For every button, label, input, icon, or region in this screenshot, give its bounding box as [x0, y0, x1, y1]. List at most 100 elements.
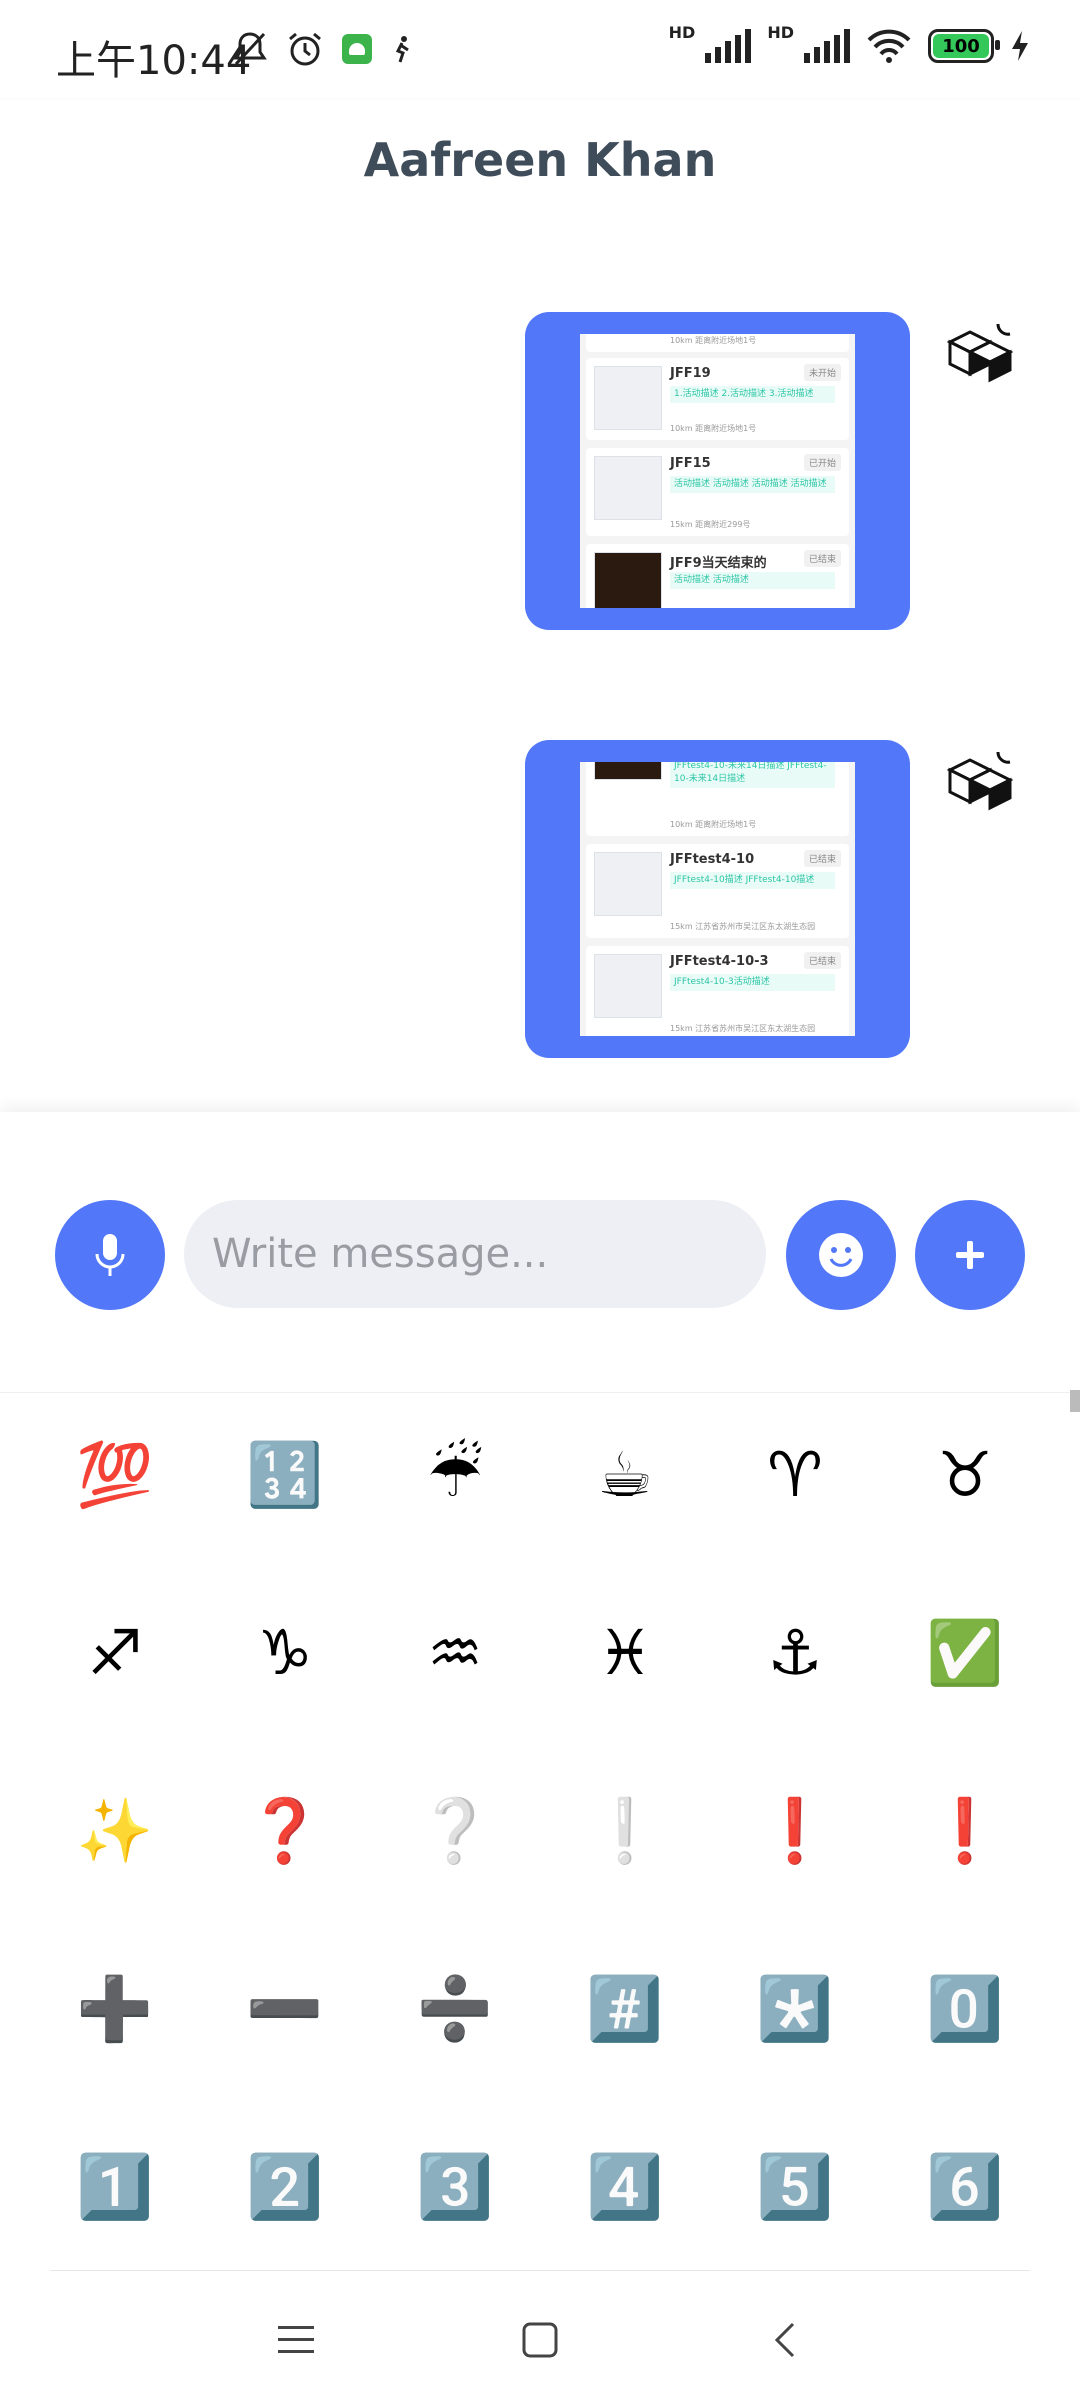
status-time: 上午10:44 — [56, 38, 252, 84]
chat-header: Aafreen Khan — [0, 100, 1080, 232]
emoji-aquarius[interactable]: ♒ — [370, 1611, 540, 1789]
emoji-hot-beverage[interactable]: ☕ — [540, 1433, 710, 1611]
message-input[interactable] — [184, 1200, 766, 1308]
system-nav-bar — [0, 2270, 1080, 2400]
hd-label-2: HD — [767, 22, 794, 42]
message-image[interactable]: 10km 距离附近场地1号 JFF19 未开始 1.活动描述 2.活动描述 3.… — [580, 334, 855, 608]
card-thumbnail — [594, 852, 662, 916]
emoji-keycap-0[interactable]: 0️⃣ — [880, 1967, 1050, 2145]
card-thumbnail — [594, 954, 662, 1018]
message-composer — [0, 1112, 1080, 1392]
card-description: 活动描述 活动描述 — [670, 572, 835, 589]
status-notification-icons — [232, 30, 414, 68]
nav-divider — [50, 2270, 1030, 2271]
activity-card: JFFtest4-10-3 已结束 JFFtest4-10-3活动描述 15km… — [586, 946, 849, 1036]
emoji-grid: 💯 🔢 ☔ ☕ ♈ ♉ ♐ ♑ ♒ ♓ ⚓ ✅ ✨ ❓ ❔ ❕ ❗ ❗ ➕ ➖ … — [30, 1433, 1050, 2323]
hd-label: HD — [668, 22, 696, 42]
card-title: JFFtest4-10-3 — [670, 954, 769, 969]
card-status-badge: 已结束 — [803, 550, 841, 567]
status-system-icons: HD HD 100 — [669, 23, 1030, 64]
emoji-keycap-hash[interactable]: #️⃣ — [540, 1967, 710, 2145]
card-thumbnail — [594, 552, 662, 608]
microphone-icon — [95, 1234, 125, 1276]
android-app-icon — [342, 34, 372, 64]
card-status-badge: 已结束 — [803, 952, 841, 969]
voice-button[interactable] — [55, 1200, 165, 1310]
page-title: Aafreen Khan — [363, 133, 717, 187]
card-title: JFF9当天结束的 — [670, 556, 767, 571]
running-figure-icon — [395, 36, 409, 63]
emoji-aries[interactable]: ♈ — [710, 1433, 880, 1611]
card-description: 1.活动描述 2.活动描述 3.活动描述 — [670, 386, 835, 403]
menu-icon — [278, 2326, 314, 2353]
bell-off-icon — [233, 32, 267, 66]
emoji-hundred[interactable]: 💯 — [30, 1433, 200, 1611]
card-thumbnail — [594, 456, 662, 520]
wifi-icon — [867, 29, 911, 63]
card-footer: 10km 距离附近场地1号 — [670, 336, 757, 345]
emoji-scrollbar[interactable] — [1070, 1390, 1080, 1412]
emoji-white-exclamation[interactable]: ❕ — [540, 1789, 710, 1967]
image-message-bubble[interactable]: JFFtest4-10-未来14日描述 JFFtest4-10-未来14日描述 … — [525, 740, 910, 1058]
emoji-input-numbers[interactable]: 🔢 — [200, 1433, 370, 1611]
plus-icon — [956, 1241, 984, 1269]
card-footer: 15km 江苏省苏州市吴江区东太湖生态园 — [670, 1024, 816, 1033]
attach-button[interactable] — [915, 1200, 1025, 1310]
card-description: 活动描述 活动描述 活动描述 活动描述 — [670, 476, 835, 493]
signal-icon — [705, 29, 752, 63]
emoji-sparkles[interactable]: ✨ — [30, 1789, 200, 1967]
card-footer: 15km 江苏省苏州市吴江区东太湖生态园 — [670, 922, 816, 931]
card-thumbnail — [594, 366, 662, 430]
activity-card: JFF19 未开始 1.活动描述 2.活动描述 3.活动描述 10km 距离附近… — [586, 358, 849, 440]
emoji-capricorn[interactable]: ♑ — [200, 1611, 370, 1789]
card-thumbnail — [594, 762, 662, 780]
card-footer: 10km 距离附近场地1号 — [670, 424, 757, 433]
activity-card: JFF9当天结束的 已结束 活动描述 活动描述 — [586, 544, 849, 608]
activity-card: JFF15 已开始 活动描述 活动描述 活动描述 活动描述 15km 距离附近2… — [586, 448, 849, 536]
card-title: JFF19 — [670, 366, 711, 381]
back-icon — [774, 2322, 795, 2358]
battery-level: 100 — [942, 35, 980, 57]
emoji-taurus[interactable]: ♉ — [880, 1433, 1050, 1611]
card-description: JFFtest4-10-3活动描述 — [670, 974, 835, 991]
avatar[interactable] — [940, 312, 1020, 392]
chat-messages[interactable]: 10km 距离附近场地1号 JFF19 未开始 1.活动描述 2.活动描述 3.… — [0, 232, 1080, 1112]
emoji-minus[interactable]: ➖ — [200, 1967, 370, 2145]
activity-card: JFFtest4-10-未来14日描述 JFFtest4-10-未来14日描述 … — [586, 762, 849, 836]
card-status-badge: 未开始 — [803, 364, 841, 381]
activity-card: 10km 距离附近场地1号 — [586, 334, 849, 352]
alarm-icon — [289, 32, 321, 66]
avatar[interactable] — [940, 740, 1020, 820]
card-footer: 15km 距离附近299号 — [670, 520, 751, 529]
card-status-badge: 已开始 — [803, 454, 841, 471]
status-bar: 上午10:44 HD HD 100 — [0, 0, 1080, 100]
card-title: JFF15 — [670, 456, 711, 471]
nav-home-button[interactable] — [510, 2310, 570, 2370]
emoji-sagittarius[interactable]: ♐ — [30, 1611, 200, 1789]
emoji-anchor[interactable]: ⚓ — [710, 1611, 880, 1789]
emoji-umbrella-rain[interactable]: ☔ — [370, 1433, 540, 1611]
emoji-panel[interactable]: 💯 🔢 ☔ ☕ ♈ ♉ ♐ ♑ ♒ ♓ ⚓ ✅ ✨ ❓ ❔ ❕ ❗ ❗ ➕ ➖ … — [0, 1392, 1080, 2271]
nav-menu-button[interactable] — [266, 2310, 326, 2370]
card-footer: 10km 距离附近场地1号 — [670, 820, 757, 829]
emoji-red-exclamation[interactable]: ❗ — [710, 1789, 880, 1967]
card-status-badge: 已结束 — [803, 850, 841, 867]
card-description: JFFtest4-10-未来14日描述 JFFtest4-10-未来14日描述 — [670, 762, 835, 788]
image-message-bubble[interactable]: 10km 距离附近场地1号 JFF19 未开始 1.活动描述 2.活动描述 3.… — [525, 312, 910, 630]
battery-icon: 100 — [928, 29, 1000, 63]
emoji-red-exclamation-2[interactable]: ❗ — [880, 1789, 1050, 1967]
emoji-pisces[interactable]: ♓ — [540, 1611, 710, 1789]
home-icon — [522, 2322, 558, 2358]
emoji-keycap-asterisk[interactable]: *️⃣ — [710, 1967, 880, 2145]
card-description: JFFtest4-10描述 JFFtest4-10描述 — [670, 872, 835, 889]
charging-icon — [1012, 31, 1028, 61]
emoji-divide[interactable]: ➗ — [370, 1967, 540, 2145]
smiley-icon — [819, 1233, 863, 1277]
message-image[interactable]: JFFtest4-10-未来14日描述 JFFtest4-10-未来14日描述 … — [580, 762, 855, 1036]
emoji-check-mark[interactable]: ✅ — [880, 1611, 1050, 1789]
emoji-red-question[interactable]: ❓ — [200, 1789, 370, 1967]
emoji-button[interactable] — [786, 1200, 896, 1310]
emoji-white-question[interactable]: ❔ — [370, 1789, 540, 1967]
emoji-plus[interactable]: ➕ — [30, 1967, 200, 2145]
nav-back-button[interactable] — [754, 2310, 814, 2370]
